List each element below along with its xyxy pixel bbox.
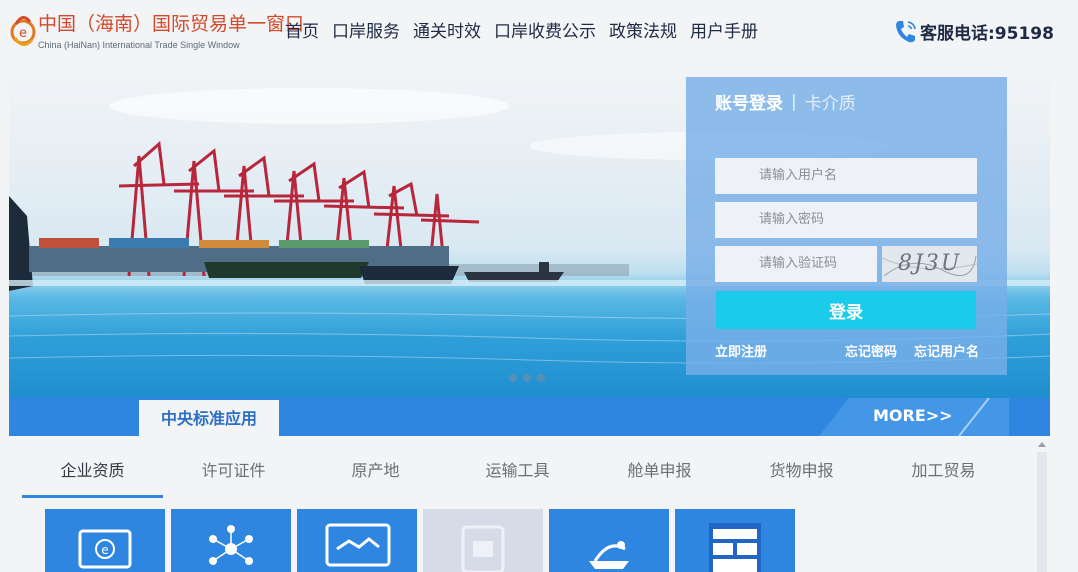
main-nav: 首页 口岸服务 通关时效 口岸收费公示 政策法规 用户手册: [285, 20, 771, 44]
nav-item-clearance-time[interactable]: 通关时效: [413, 20, 481, 44]
tile-manifest[interactable]: [549, 509, 669, 572]
scroll-track[interactable]: [1037, 452, 1047, 572]
nav-item-port-fees[interactable]: 口岸收费公示: [494, 20, 596, 44]
tab-central-standard[interactable]: 中央标准应用: [139, 400, 279, 436]
carousel-dots: [509, 374, 545, 382]
login-panel: 账号登录 | 卡介质 8J3U 登录 立即注册 忘记密码 忘记用户名: [686, 77, 1007, 375]
tile-goods[interactable]: [675, 509, 795, 572]
category-tabs: 企业资质 许可证件 原产地 运输工具 舱单申报 货物申报 加工贸易: [22, 454, 1032, 499]
hotline: 客服电话:95198: [893, 17, 1054, 45]
carousel-dot[interactable]: [523, 374, 531, 382]
logo[interactable]: e 中国（海南）国际贸易单一窗口 China (HaiNan) Internat…: [10, 8, 304, 56]
forgot-password-link[interactable]: 忘记密码: [845, 341, 897, 360]
tile-origin[interactable]: [297, 509, 417, 572]
category-enterprise[interactable]: 企业资质: [22, 457, 163, 481]
category-manifest[interactable]: 舱单申报: [589, 457, 730, 481]
register-link[interactable]: 立即注册: [715, 341, 767, 360]
active-tab-indicator: [22, 495, 163, 498]
enterprise-monitor-icon: e: [78, 529, 132, 569]
tab-separator: |: [791, 91, 797, 112]
nav-item-policies[interactable]: 政策法规: [609, 20, 677, 44]
transport-icon: [709, 523, 761, 572]
ship-icon: [589, 541, 629, 569]
password-input[interactable]: [715, 202, 977, 238]
scrollbar[interactable]: [1036, 440, 1048, 572]
more-link[interactable]: MORE>>: [873, 406, 953, 425]
svg-text:e: e: [101, 543, 108, 557]
section-strip: 中央标准应用 MORE>>: [9, 398, 1050, 436]
forgot-username-link[interactable]: 忘记用户名: [914, 341, 979, 360]
captcha-image[interactable]: 8J3U: [882, 246, 977, 282]
carousel-dot[interactable]: [537, 374, 545, 382]
nav-item-user-manual[interactable]: 用户手册: [690, 20, 758, 44]
category-goods[interactable]: 货物申报: [731, 457, 872, 481]
phone-icon: [896, 21, 916, 43]
document-icon: [461, 525, 505, 572]
scroll-up-icon[interactable]: [1037, 440, 1047, 448]
tab-account-login[interactable]: 账号登录: [715, 89, 783, 114]
category-origin[interactable]: 原产地: [305, 457, 446, 481]
category-transport[interactable]: 运输工具: [447, 457, 588, 481]
username-input[interactable]: [715, 158, 977, 194]
tile-transport[interactable]: [423, 509, 543, 572]
logo-mark-icon: e: [10, 16, 36, 46]
category-processing-trade[interactable]: 加工贸易: [873, 457, 1014, 481]
tab-card-login[interactable]: 卡介质: [805, 89, 856, 114]
network-people-icon: [209, 525, 253, 565]
login-button[interactable]: 登录: [716, 291, 976, 329]
tile-enterprise[interactable]: e: [45, 509, 165, 572]
captcha-input[interactable]: [715, 246, 877, 282]
handshake-icon: [325, 523, 391, 567]
nav-item-port-service[interactable]: 口岸服务: [332, 20, 400, 44]
category-license[interactable]: 许可证件: [163, 457, 304, 481]
carousel-dot[interactable]: [509, 374, 517, 382]
tile-license[interactable]: [171, 509, 291, 572]
logo-cn-text: 中国（海南）国际贸易单一窗口: [38, 13, 305, 35]
hotline-text: 客服电话:95198: [920, 23, 1054, 44]
nav-item-home[interactable]: 首页: [285, 20, 319, 44]
header: e 中国（海南）国际贸易单一窗口 China (HaiNan) Internat…: [0, 0, 1078, 66]
svg-text:e: e: [19, 26, 27, 41]
login-tabs: 账号登录 | 卡介质: [715, 89, 856, 115]
logo-en-text: China (HaiNan) International Trade Singl…: [38, 40, 240, 50]
captcha-text: 8J3U: [898, 251, 962, 276]
